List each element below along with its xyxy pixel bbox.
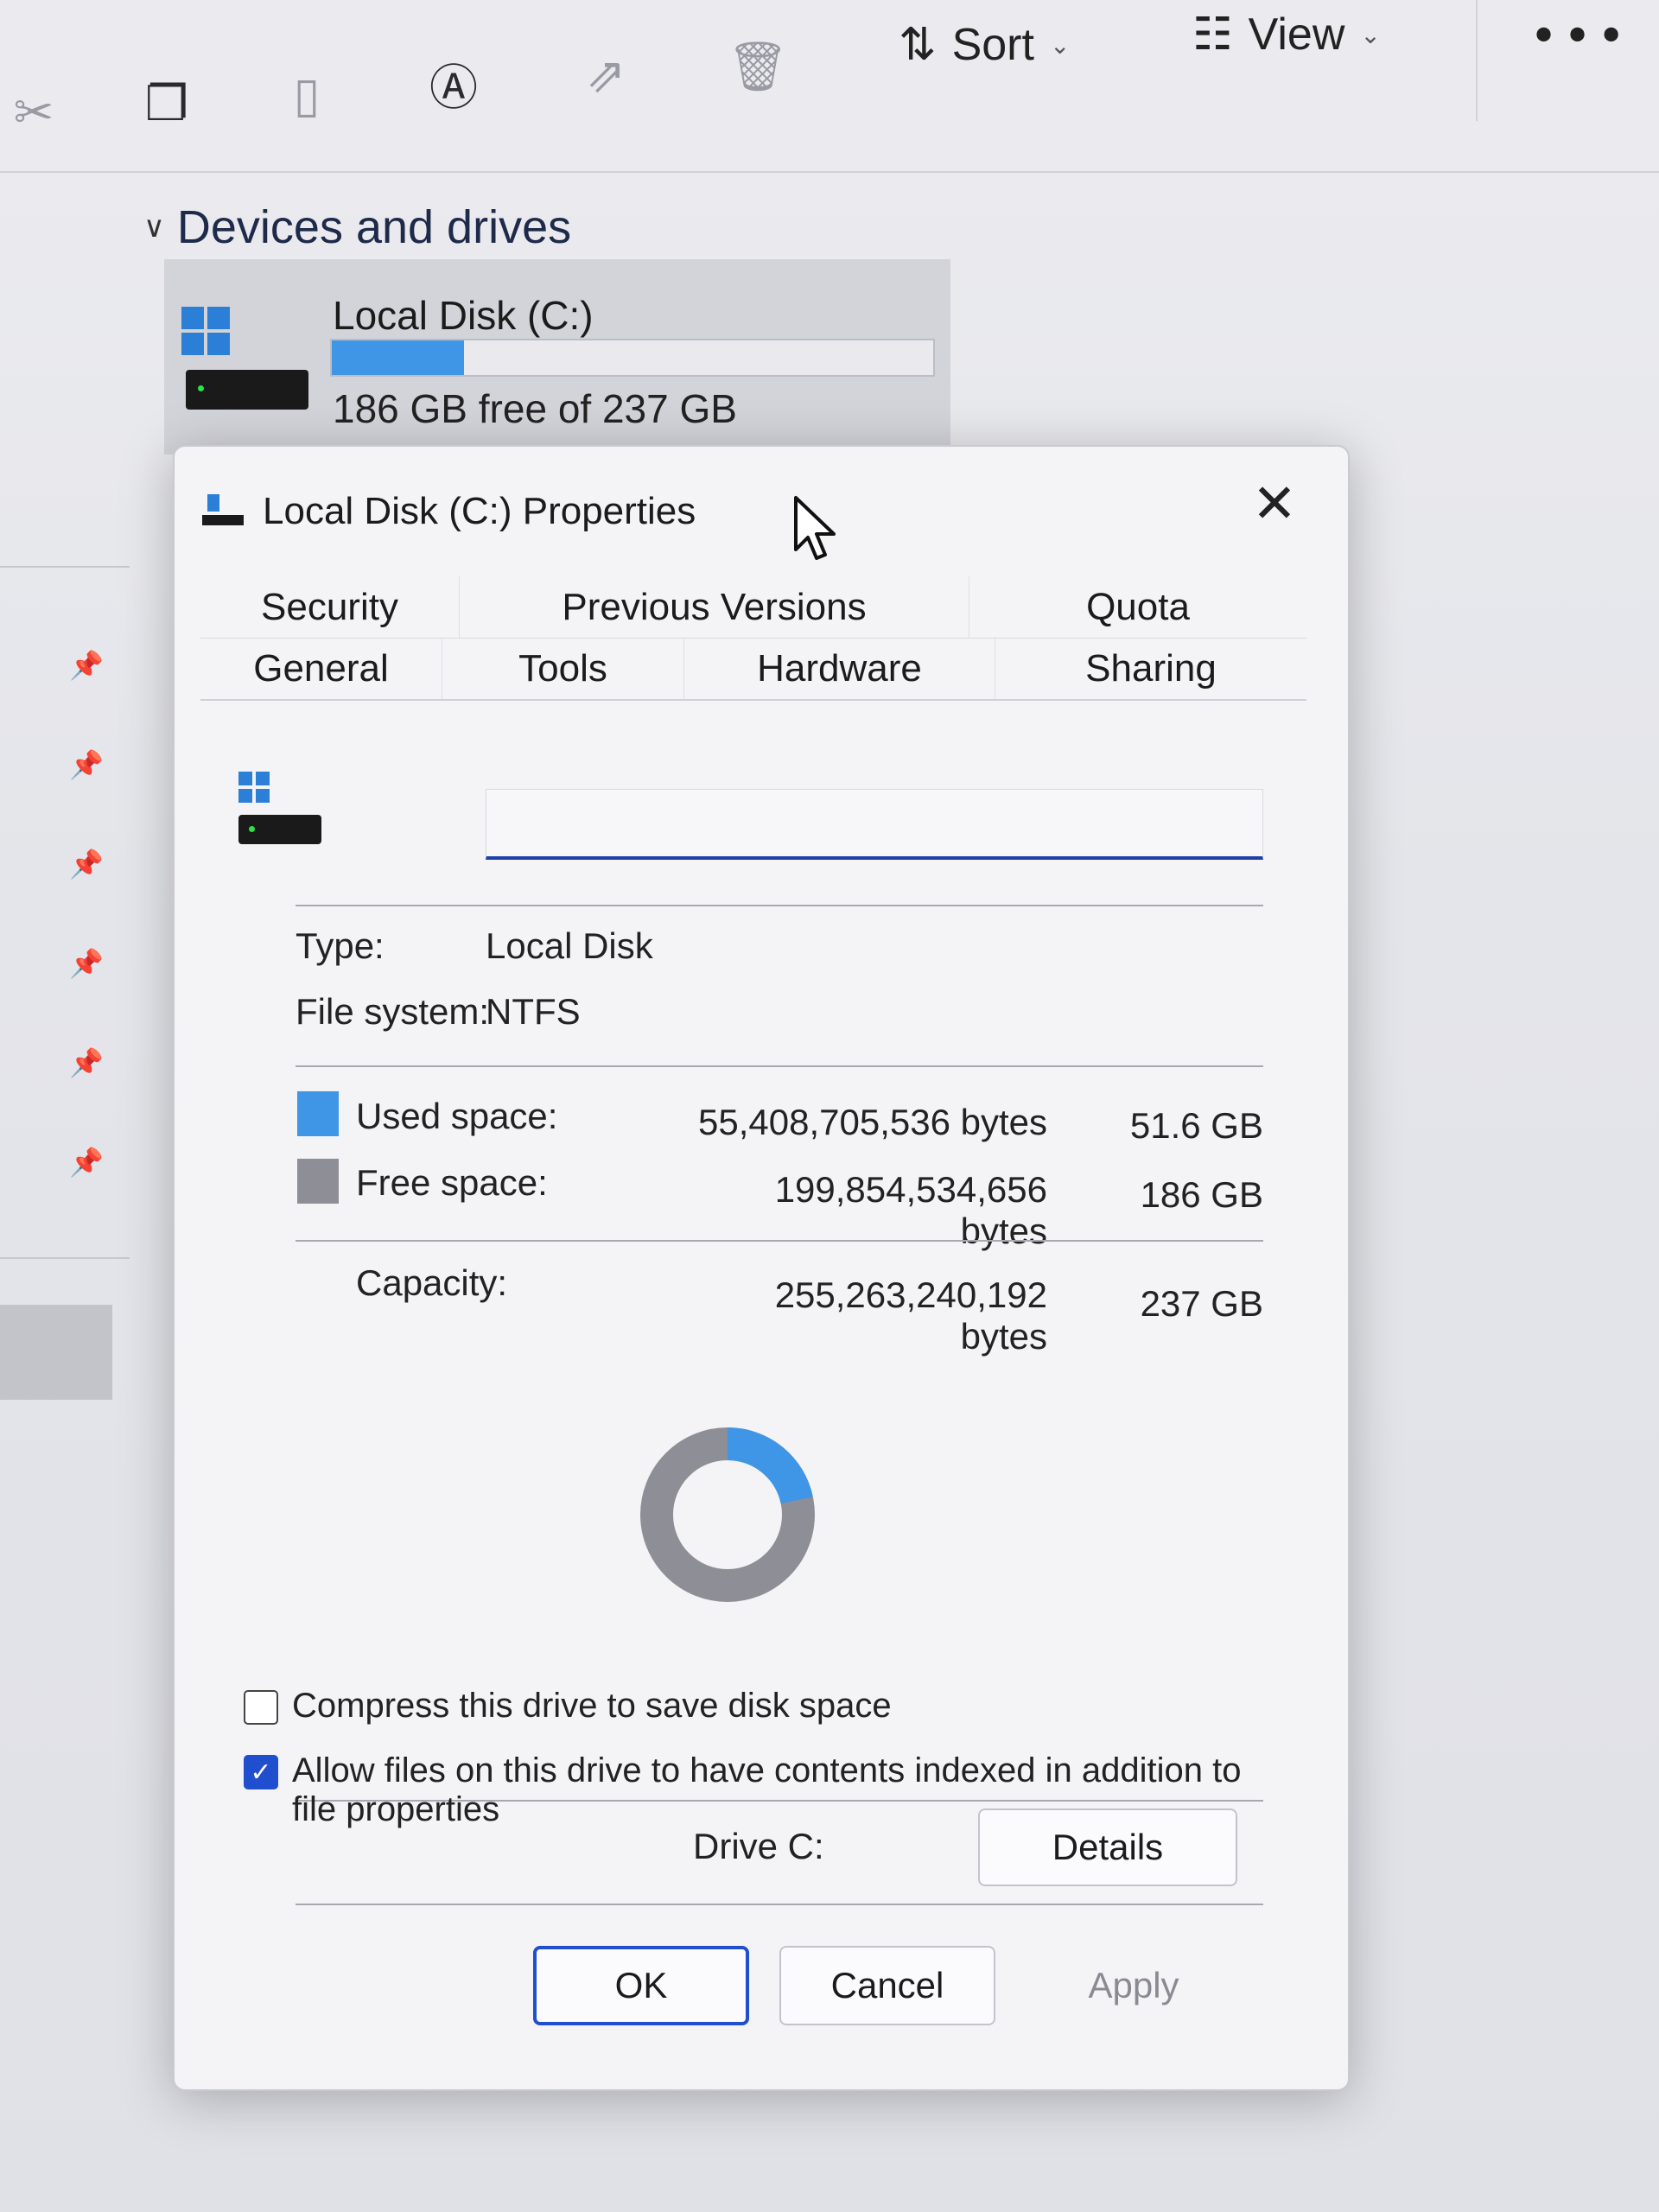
chevron-down-icon: ⌄ (1049, 30, 1071, 60)
divider (296, 1240, 1263, 1242)
pin-icon[interactable]: 📌 (69, 847, 104, 881)
navigation-pane: 📌 📌 📌 📌 📌 📌 (0, 553, 130, 1417)
capacity-size: 237 GB (1140, 1283, 1263, 1324)
mouse-cursor-icon (794, 496, 836, 560)
pin-icon[interactable]: 📌 (69, 1145, 104, 1179)
delete-icon[interactable]: 🗑 (727, 36, 788, 97)
pane-divider (0, 566, 130, 568)
cut-icon[interactable]: ✂ (3, 82, 64, 143)
sort-icon: ⇅ (899, 19, 937, 71)
capacity-label: Capacity: (356, 1262, 508, 1303)
cancel-button[interactable]: Cancel (779, 1946, 995, 2025)
properties-dialog: Local Disk (C:) Properties ✕ Security Pr… (173, 445, 1350, 2091)
drive-free-text: 186 GB free of 237 GB (333, 386, 737, 431)
compress-label: Compress this drive to save disk space (292, 1687, 892, 1725)
free-space-swatch (297, 1159, 339, 1204)
close-button[interactable]: ✕ (1244, 472, 1305, 535)
general-tab-panel: Type: Local Disk File system: NTFS Used … (200, 702, 1315, 1912)
dialog-titlebar[interactable]: Local Disk (C:) Properties (202, 486, 696, 537)
compress-checkbox[interactable] (244, 1690, 278, 1725)
tab-row-upper: Security Previous Versions Quota (200, 576, 1306, 639)
pin-icon[interactable]: 📌 (69, 747, 104, 782)
volume-label-input[interactable] (486, 789, 1263, 860)
hard-drive-icon (238, 815, 321, 844)
drive-icon (202, 494, 244, 529)
command-bar: ✂ ❐ ▯ Ⓐ ⇗ 🗑 ⇅ Sort ⌄ ☷ View ⌄ ••• (0, 0, 1659, 173)
drive-usage-bar (330, 339, 935, 377)
share-icon[interactable]: ⇗ (575, 45, 636, 105)
capacity-bytes: 255,263,240,192 bytes (774, 1274, 1047, 1357)
sort-label: Sort (951, 20, 1034, 70)
drive-large-icon (235, 772, 330, 858)
used-space-swatch (297, 1091, 339, 1136)
tab-security[interactable]: Security (200, 576, 460, 638)
tab-tools[interactable]: Tools (442, 639, 684, 699)
divider (296, 1065, 1263, 1067)
used-space-bytes: 55,408,705,536 bytes (697, 1102, 1047, 1142)
view-label: View (1248, 10, 1345, 60)
tab-row-lower: General Tools Hardware Sharing (200, 639, 1306, 701)
sort-button[interactable]: ⇅ Sort ⌄ (899, 19, 1070, 71)
type-label: Type: (296, 925, 385, 966)
index-checkbox[interactable]: ✓ (244, 1755, 278, 1789)
file-system-value: NTFS (486, 991, 581, 1032)
copy-icon[interactable]: ❐ (137, 73, 197, 134)
more-options-button[interactable]: ••• (1529, 9, 1630, 65)
drive-name: Local Disk (C:) (333, 293, 594, 338)
used-space-label: Used space: (356, 1096, 558, 1136)
chevron-down-icon: ⌄ (1360, 20, 1381, 49)
drive-c-label: Drive C: (693, 1826, 824, 1866)
disk-usage-donut (632, 1420, 823, 1610)
type-value: Local Disk (486, 925, 653, 966)
drive-tile-c[interactable]: Local Disk (C:) 186 GB free of 237 GB (164, 259, 950, 454)
hard-drive-icon (186, 370, 308, 410)
pin-icon[interactable]: 📌 (69, 648, 104, 683)
index-drive-option[interactable]: ✓ Allow files on this drive to have cont… (244, 1751, 1263, 1829)
view-icon: ☷ (1192, 9, 1233, 60)
tab-quota[interactable]: Quota (969, 576, 1306, 638)
section-title: Devices and drives (176, 201, 572, 253)
tab-sharing[interactable]: Sharing (995, 639, 1306, 699)
view-button[interactable]: ☷ View ⌄ (1192, 9, 1381, 60)
free-space-label: Free space: (356, 1162, 548, 1203)
windows-logo-icon (238, 772, 270, 803)
divider (296, 1904, 1263, 1905)
pin-icon[interactable]: 📌 (69, 946, 104, 981)
apply-button[interactable]: Apply (1026, 1946, 1242, 2025)
compress-drive-option[interactable]: Compress this drive to save disk space (244, 1687, 1263, 1726)
tab-general[interactable]: General (200, 639, 442, 699)
tab-hardware[interactable]: Hardware (684, 639, 995, 699)
drive-usage-fill (332, 340, 465, 375)
pin-icon[interactable]: 📌 (69, 1046, 104, 1080)
pane-divider (0, 1257, 130, 1259)
index-label: Allow files on this drive to have conten… (292, 1751, 1242, 1828)
file-system-label: File system: (296, 991, 490, 1032)
windows-logo-icon (181, 307, 230, 355)
tab-previous-versions[interactable]: Previous Versions (460, 576, 969, 638)
toolbar-divider (1476, 0, 1478, 121)
selected-nav-item[interactable] (0, 1305, 112, 1400)
paste-icon[interactable]: ▯ (276, 65, 337, 125)
used-space-size: 51.6 GB (1129, 1105, 1263, 1146)
devices-drives-header[interactable]: ∨ Devices and drives (143, 200, 571, 254)
dialog-title: Local Disk (C:) Properties (263, 490, 696, 532)
rename-icon[interactable]: Ⓐ (423, 54, 484, 117)
divider (296, 905, 1263, 906)
chevron-down-icon: ∨ (143, 210, 165, 245)
free-space-size: 186 GB (1140, 1174, 1263, 1215)
ok-button[interactable]: OK (533, 1946, 749, 2025)
